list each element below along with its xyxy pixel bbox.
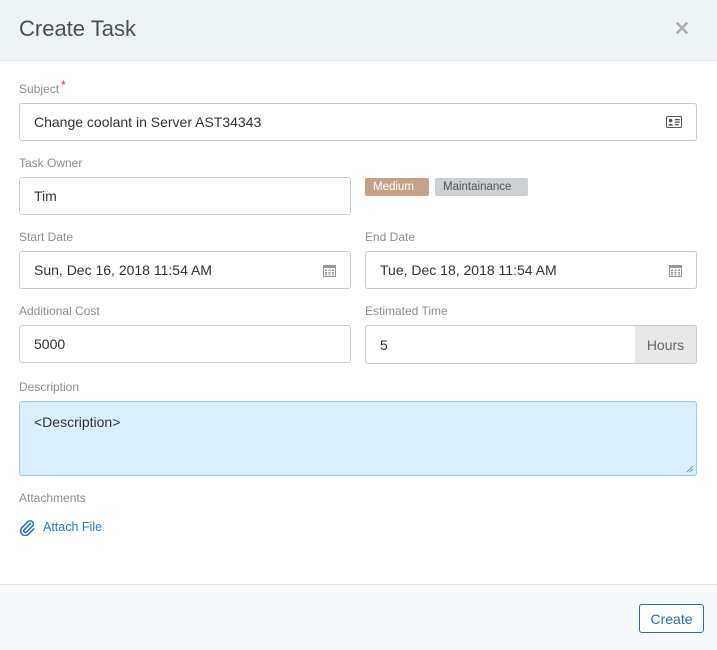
additional-cost-value: 5000 (34, 336, 66, 352)
estimated-time-input[interactable]: 5 (365, 325, 636, 364)
calendar-icon[interactable] (318, 261, 336, 279)
start-date-label: Start Date (19, 230, 74, 244)
dialog-footer (0, 584, 717, 650)
tag-maintainance[interactable]: Maintainance (435, 178, 528, 196)
close-icon (676, 22, 688, 34)
calendar-icon[interactable] (664, 261, 682, 279)
task-owner-label: Task Owner (19, 156, 83, 170)
description-label: Description (19, 380, 80, 394)
attachments-label: Attachments (19, 491, 86, 505)
description-textarea[interactable]: <Description> (19, 401, 697, 476)
paperclip-icon (19, 518, 35, 536)
end-date-label: End Date (365, 230, 416, 244)
estimated-time-value: 5 (380, 336, 388, 353)
end-date-input[interactable]: Tue, Dec 18, 2018 11:54 AM (365, 251, 697, 289)
description-value: <Description> (34, 414, 121, 430)
attach-file-link[interactable]: Attach File (19, 518, 102, 536)
create-button[interactable]: Create (639, 604, 704, 633)
close-button[interactable] (672, 18, 692, 38)
additional-cost-input[interactable]: 5000 (19, 325, 351, 363)
task-owner-value: Tim (34, 188, 57, 204)
subject-input[interactable]: Change coolant in Server AST34343 (19, 103, 697, 141)
hours-unit-addon: Hours (635, 325, 697, 364)
subject-value: Change coolant in Server AST34343 (34, 114, 262, 130)
additional-cost-label: Additional Cost (19, 304, 100, 318)
estimated-time-label: Estimated Time (365, 304, 448, 318)
contact-card-icon[interactable] (664, 113, 682, 131)
end-date-value: Tue, Dec 18, 2018 11:54 AM (380, 262, 557, 278)
start-date-value: Sun, Dec 16, 2018 11:54 AM (34, 262, 212, 278)
subject-label: Subject * (19, 78, 66, 96)
task-owner-input[interactable]: Tim (19, 177, 351, 215)
dialog-header: Create Task (0, 0, 717, 61)
required-marker: * (61, 78, 66, 92)
start-date-input[interactable]: Sun, Dec 16, 2018 11:54 AM (19, 251, 351, 289)
resize-handle-icon[interactable] (685, 464, 694, 473)
dialog-title: Create Task (19, 16, 136, 41)
create-task-dialog: Create Task Subject * Change coolant in S… (0, 0, 717, 650)
attach-file-label: Attach File (43, 520, 103, 534)
tag-medium[interactable]: Medium (365, 178, 429, 196)
